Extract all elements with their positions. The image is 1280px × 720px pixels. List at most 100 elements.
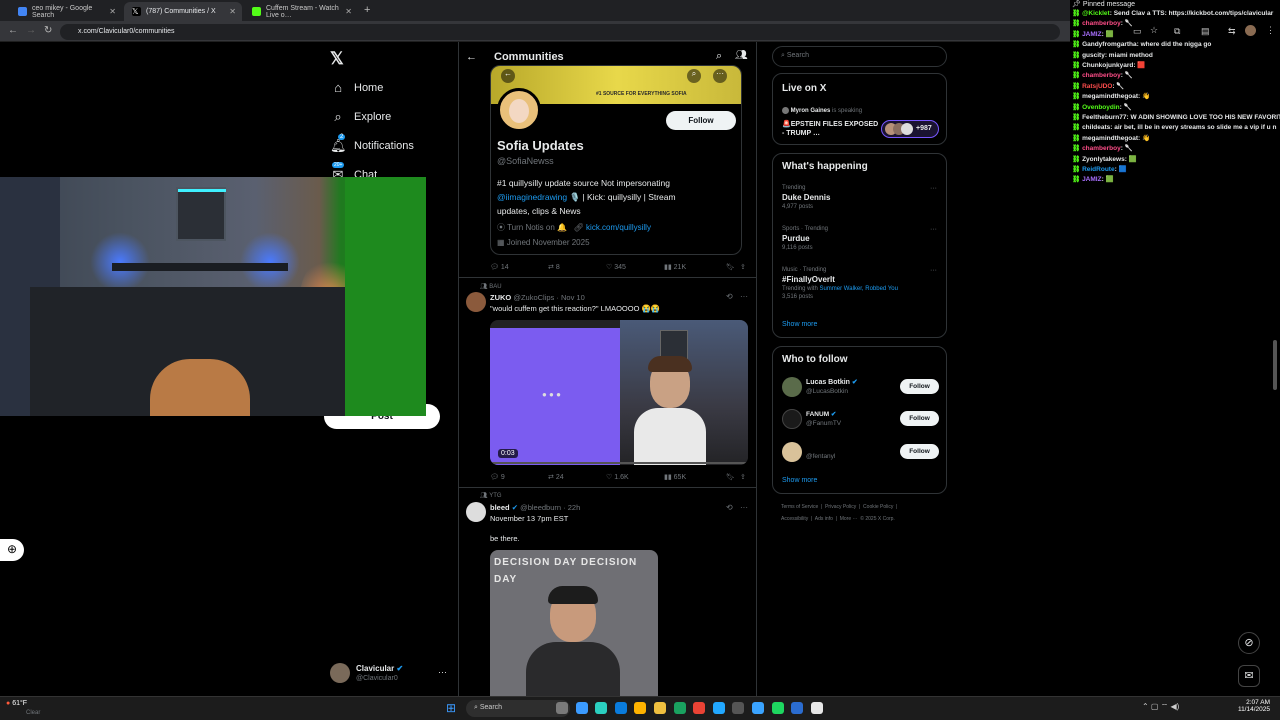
author-name[interactable]: bleed	[490, 503, 510, 512]
nav-notifications[interactable]: 🔔︎ 2 Notifications	[330, 134, 414, 154]
chat-username[interactable]: Feeltheburn77	[1082, 114, 1126, 121]
steam-icon[interactable]	[810, 702, 823, 714]
task-view-icon[interactable]	[556, 702, 568, 714]
like-button[interactable]: ♡ 1.6K	[606, 473, 664, 481]
post-video[interactable]: ● ● ● 0:03	[490, 320, 748, 465]
discord-icon[interactable]	[712, 702, 725, 714]
tab-cuffem-stream[interactable]: Cuffem Stream - Watch Live o… ✕	[244, 2, 358, 21]
more-icon[interactable]: ···	[930, 185, 937, 192]
back-icon[interactable]: ←	[8, 25, 18, 36]
more-icon[interactable]: ···	[930, 226, 937, 233]
trend-item[interactable]: Sports · Trending Purdue 9,116 posts ···	[782, 226, 942, 251]
author-avatar[interactable]	[466, 502, 486, 522]
follow-button[interactable]: Follow	[900, 444, 939, 459]
terminal-icon[interactable]	[732, 702, 745, 714]
new-tab-button[interactable]: +	[364, 4, 370, 16]
follow-button[interactable]: Follow	[900, 411, 939, 426]
follow-suggestion[interactable]: FANUM ✔ @FanumTV Follow	[782, 409, 942, 433]
repost-button[interactable]: ⇄ 8	[548, 263, 606, 271]
explorer-icon[interactable]	[634, 702, 647, 714]
chat-username[interactable]: megamindthegoat	[1082, 93, 1138, 100]
bio-mention-link[interactable]: @iimaginedrawing	[497, 192, 567, 202]
weather-widget[interactable]: ● 61°F	[6, 700, 27, 707]
tab-communities[interactable]: 𝕏 (787) Communities / X ✕	[124, 2, 242, 21]
reload-icon[interactable]: ↻	[44, 25, 52, 36]
taskbar-search-input[interactable]: ⌕ Search	[466, 700, 570, 717]
views-button[interactable]: ▮▮ 21K	[664, 263, 726, 271]
live-listeners[interactable]: +987	[881, 120, 939, 138]
views-button[interactable]: ▮▮ 65K	[664, 473, 726, 481]
nav-explore[interactable]: ⌕ Explore	[330, 109, 391, 125]
more-icon[interactable]: ···	[713, 69, 727, 83]
search-input[interactable]: ⌕ Search	[772, 46, 947, 67]
show-more-link[interactable]: Show more	[782, 477, 817, 484]
cast-icon[interactable]: ▭	[1133, 26, 1142, 37]
more-icon[interactable]: ···	[930, 267, 937, 274]
author-avatar[interactable]	[466, 292, 486, 312]
chat-username[interactable]: JAMIZ	[1082, 176, 1102, 183]
more-icon[interactable]: ···	[438, 667, 447, 677]
chat-username[interactable]: Gandyfromgartha	[1082, 41, 1137, 48]
chat-username[interactable]: chamberboy	[1082, 145, 1121, 152]
grok-icon[interactable]: ⊘	[1238, 632, 1260, 654]
close-icon[interactable]: ✕	[345, 7, 352, 16]
chat-username[interactable]: chamberboy	[1082, 72, 1121, 79]
follow-button[interactable]: Follow	[666, 111, 736, 130]
search-icon[interactable]: ⌕	[687, 69, 701, 83]
extension-icon[interactable]: ⧉	[1174, 26, 1180, 37]
zoom-lens-icon[interactable]: ⊕	[0, 539, 24, 561]
profile-card[interactable]: #1 SOURCE FOR EVERYTHING SOFIA ← ⌕ ··· F…	[490, 65, 742, 255]
folder-icon[interactable]	[654, 702, 666, 714]
profile-link[interactable]: kick.com/quillysilly	[586, 223, 651, 232]
clock[interactable]: 2:07 AM 11/14/2025	[1232, 699, 1270, 713]
repost-button[interactable]: ⇄ 24	[548, 473, 606, 481]
share-icon[interactable]: ⇪	[740, 263, 746, 271]
trend-item[interactable]: Music · Trending #FinallyOverIt Trending…	[782, 267, 942, 300]
chat-username[interactable]: RatsjUDO	[1082, 83, 1112, 90]
close-icon[interactable]: ✕	[109, 7, 116, 16]
show-more-link[interactable]: Show more	[782, 321, 817, 328]
chat-username[interactable]: JAMIZ	[1082, 31, 1102, 38]
bookmark-icon[interactable]: 🔖︎	[726, 473, 740, 481]
follow-suggestion[interactable]: @fentanyl Follow	[782, 442, 942, 466]
like-button[interactable]: ♡ 345	[606, 263, 664, 271]
widgets-icon[interactable]	[575, 702, 588, 714]
account-avatar[interactable]	[330, 663, 350, 683]
puzzle-icon[interactable]: ⇆	[1228, 26, 1236, 37]
system-tray[interactable]: ⌃ ▢ ⌔ ◀︎)	[1142, 702, 1179, 712]
chat-username[interactable]: Zyonlytakews	[1082, 156, 1125, 163]
search-icon[interactable]: ⌕	[716, 50, 722, 63]
x-logo-icon[interactable]: 𝕏	[330, 49, 344, 69]
chat-username[interactable]: @Kicklet	[1082, 10, 1110, 17]
chat-username[interactable]: Ovenboydin	[1082, 104, 1120, 111]
url-input[interactable]: x.com/Clavicular0/communities	[60, 24, 1060, 40]
chat-username[interactable]: chamberboy	[1082, 20, 1121, 27]
bookmark-icon[interactable]: 🔖︎	[726, 263, 740, 271]
reply-button[interactable]: 💬︎ 14	[490, 263, 548, 271]
spotify-icon[interactable]	[771, 702, 784, 714]
photoshop-icon[interactable]	[752, 702, 764, 714]
follow-button[interactable]: Follow	[900, 379, 939, 394]
chat-username[interactable]: Chunkojunkyard	[1082, 62, 1133, 69]
footer-links[interactable]: Accessibility | Ads info | More ··· © 20…	[781, 516, 895, 522]
windows-start-icon[interactable]: ⊞	[446, 701, 456, 715]
sidepanel-icon[interactable]: ▤	[1201, 26, 1210, 37]
star-icon[interactable]: ☆	[1150, 25, 1158, 36]
live-on-x-card[interactable]: Live on X Myron Gaines is speaking 🚨EPST…	[772, 73, 947, 145]
close-icon[interactable]: ✕	[229, 7, 236, 16]
share-icon[interactable]: ⇪	[740, 473, 746, 481]
chat-username[interactable]: guscity	[1082, 52, 1105, 59]
back-arrow-icon[interactable]: ←	[466, 51, 477, 63]
copilot-icon[interactable]	[595, 702, 608, 714]
more-icon[interactable]: ···	[740, 503, 748, 512]
forward-icon[interactable]: →	[26, 25, 36, 36]
chat-username[interactable]: ReidRoute	[1082, 166, 1115, 173]
trend-links[interactable]: Summer Walker, Robbed You	[819, 286, 898, 292]
profile-avatar[interactable]	[497, 88, 541, 132]
edge-icon[interactable]	[614, 702, 627, 714]
chrome-icon[interactable]	[693, 702, 706, 714]
scrollbar-thumb[interactable]	[1273, 340, 1277, 390]
chat-username[interactable]: megamindthegoat	[1082, 135, 1138, 142]
reply-button[interactable]: 💬︎ 9	[490, 473, 548, 481]
profile-avatar[interactable]	[1245, 25, 1256, 36]
